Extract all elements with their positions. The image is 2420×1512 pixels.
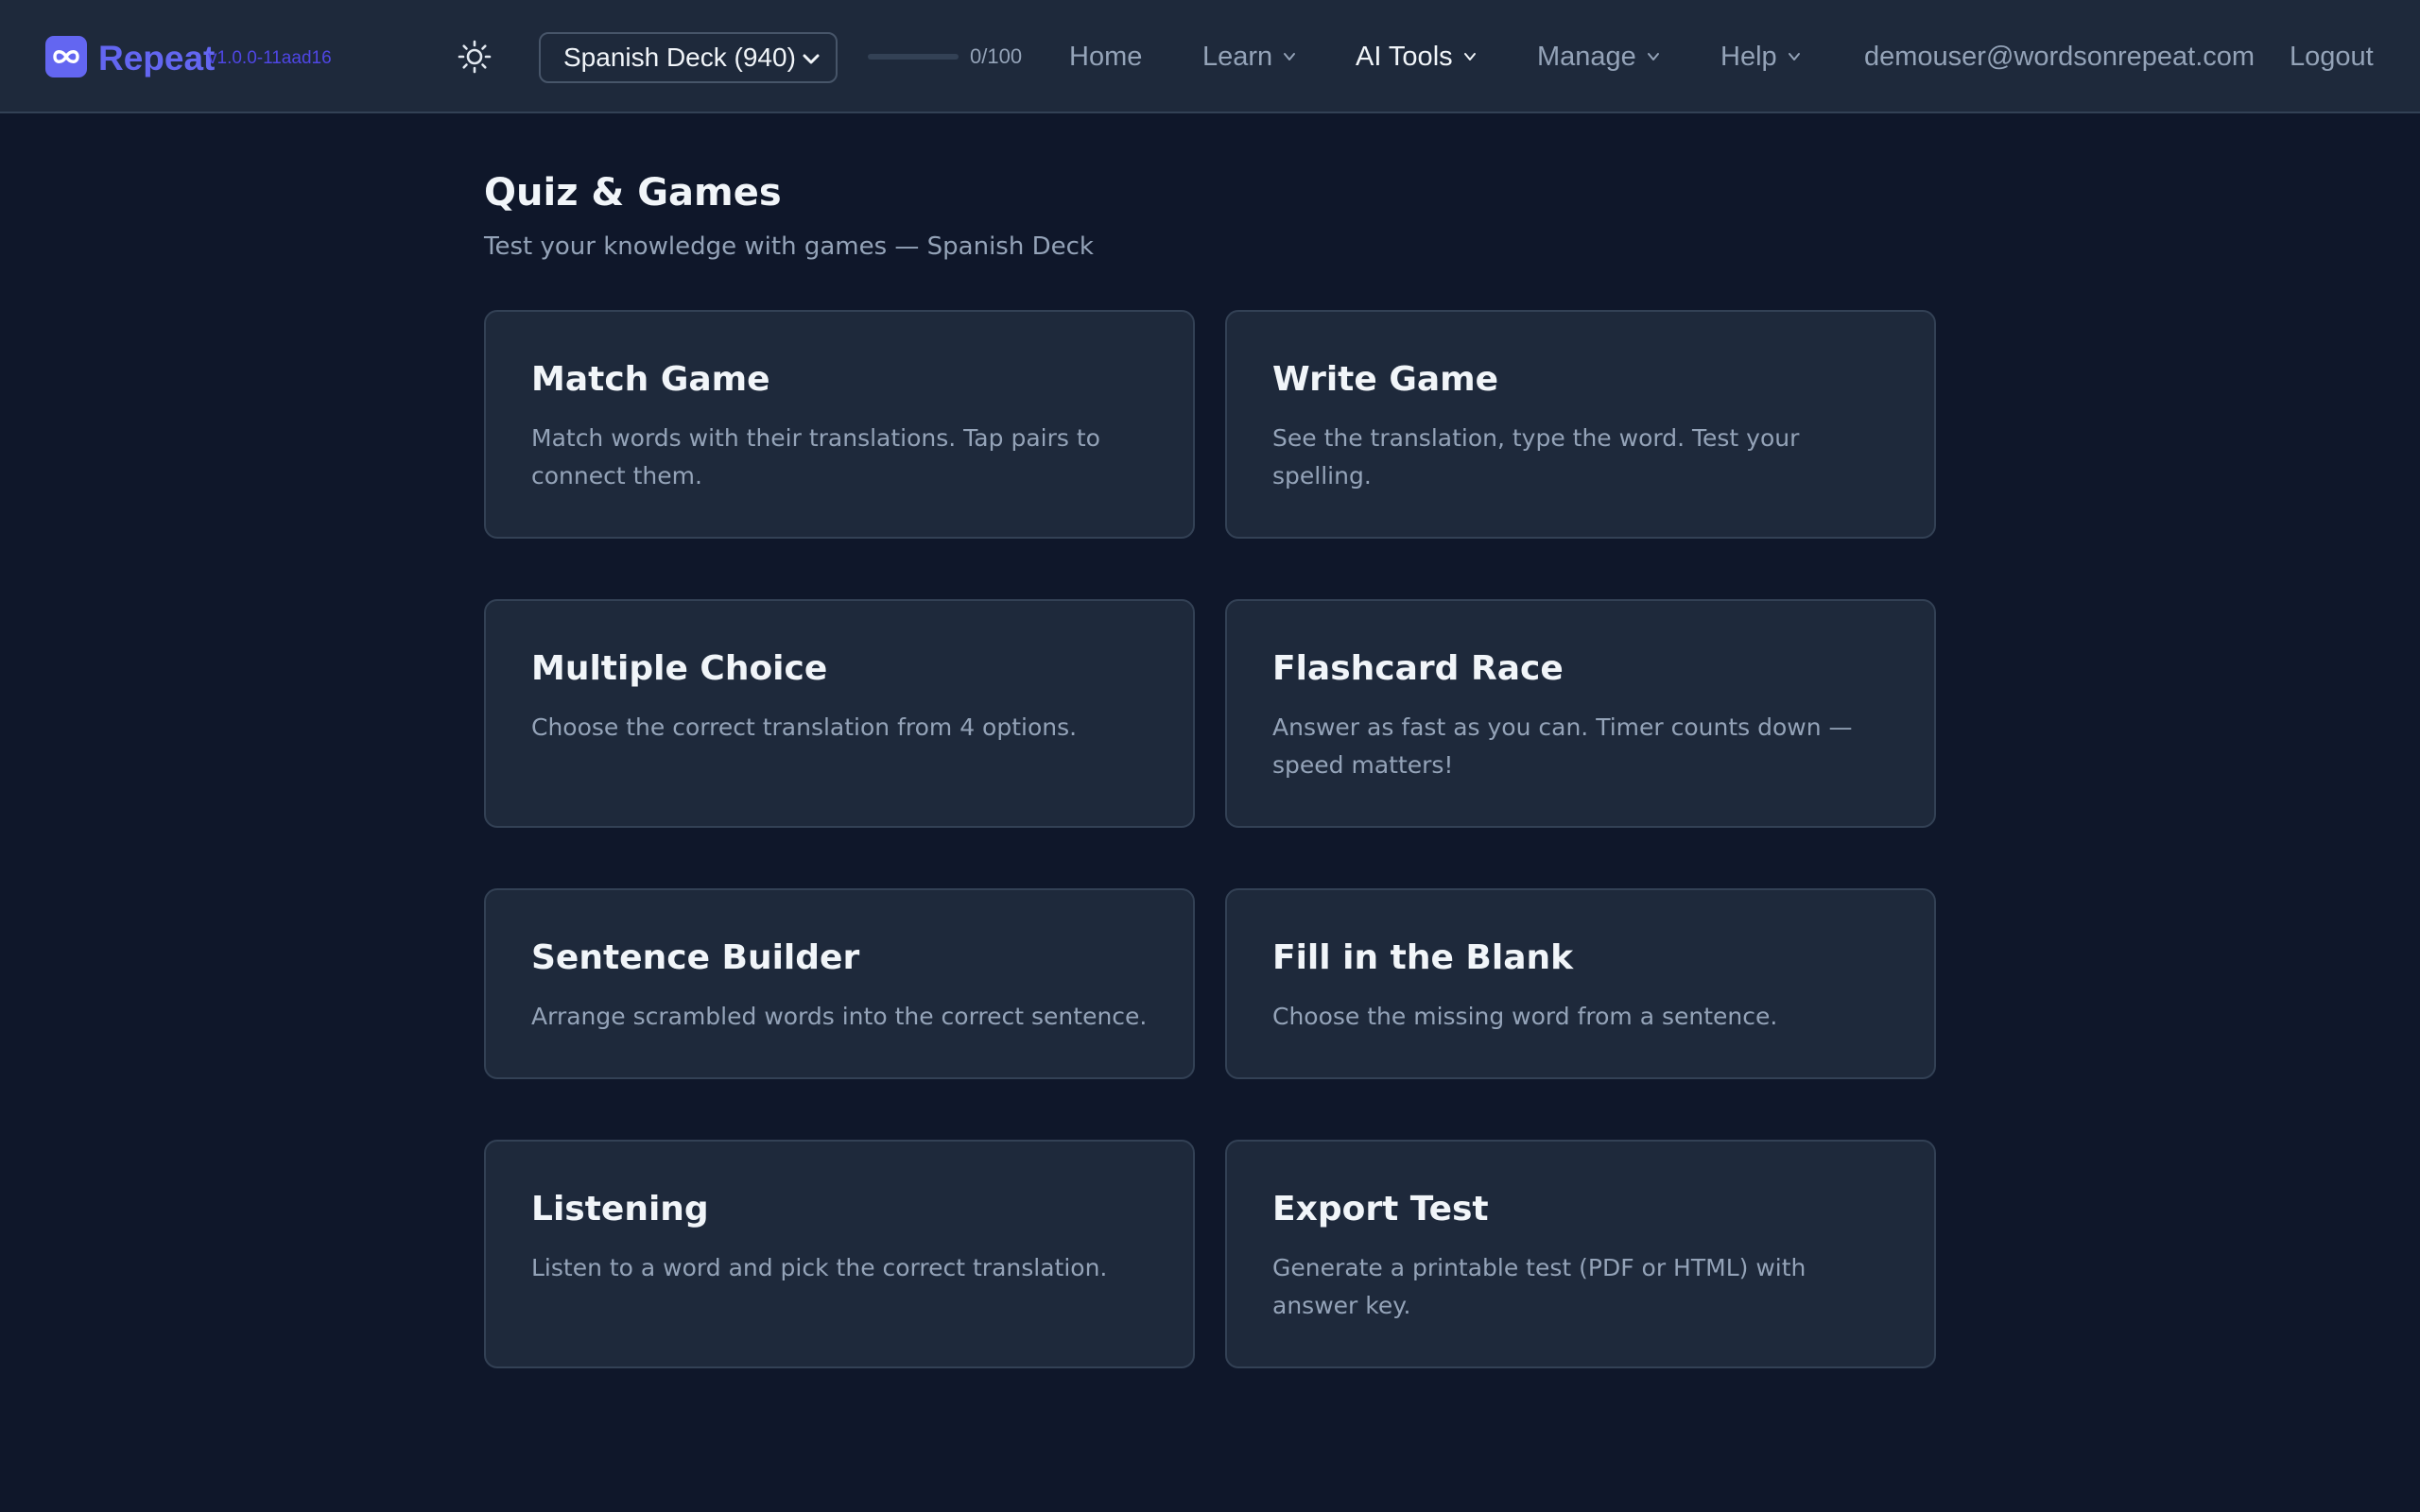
game-card-multiple-choice[interactable]: Multiple Choice Choose the correct trans… xyxy=(484,599,1195,828)
game-card-title: Listening xyxy=(531,1190,709,1228)
game-card-sentence-builder[interactable]: Sentence Builder Arrange scrambled words… xyxy=(484,888,1195,1079)
top-navbar: Repeat v1.0.0-11aad16 Spanish Deck (940)… xyxy=(0,0,2420,113)
sun-icon xyxy=(458,40,492,74)
game-card-description: Choose the correct translation from 4 op… xyxy=(531,713,1078,741)
game-card-description: Generate a printable test (PDF or HTML) … xyxy=(1272,1254,1806,1319)
game-card-match-game[interactable]: Match Game Match words with their transl… xyxy=(484,310,1195,539)
game-card-description: Arrange scrambled words into the correct… xyxy=(531,1003,1148,1030)
chevron-down-icon xyxy=(1788,53,1800,60)
game-card-description: Listen to a word and pick the correct tr… xyxy=(531,1254,1108,1281)
nav-ai-tools[interactable]: AI Tools xyxy=(1356,38,1478,76)
game-card-title: Export Test xyxy=(1272,1190,1489,1228)
page-subtitle: Test your knowledge with games — Spanish… xyxy=(484,232,1094,261)
daily-progress-label: 0/100 xyxy=(970,44,1023,68)
chevron-down-icon xyxy=(803,54,820,64)
game-card-description: Choose the missing word from a sentence. xyxy=(1272,1003,1778,1030)
nav-home[interactable]: Home xyxy=(1069,38,1142,76)
infinity-icon[interactable] xyxy=(45,36,87,77)
game-card-title: Sentence Builder xyxy=(531,938,860,977)
nav-help-label: Help xyxy=(1720,42,1777,72)
nav-home-label: Home xyxy=(1069,42,1143,72)
page-title: Quiz & Games xyxy=(484,171,782,215)
game-card-title: Multiple Choice xyxy=(531,649,828,688)
game-card-description: Match words with their translations. Tap… xyxy=(531,424,1100,490)
deck-select-value: Spanish Deck (940) xyxy=(563,43,796,72)
main-content: Quiz & Games Test your knowledge with ga… xyxy=(484,161,1936,1368)
deck-select[interactable]: Spanish Deck (940) xyxy=(539,32,838,83)
user-email: demouser@wordsonrepeat.com xyxy=(1864,42,2256,72)
game-card-export-test[interactable]: Export Test Generate a printable test (P… xyxy=(1225,1140,1936,1368)
game-card-title: Write Game xyxy=(1272,360,1499,399)
nav-ai-tools-label: AI Tools xyxy=(1356,42,1453,72)
game-card-fill-in-the-blank[interactable]: Fill in the Blank Choose the missing wor… xyxy=(1225,888,1936,1079)
daily-progress-bar xyxy=(868,54,959,60)
chevron-down-icon xyxy=(1463,53,1476,60)
nav-learn-label: Learn xyxy=(1202,42,1273,72)
nav-learn[interactable]: Learn xyxy=(1202,38,1297,76)
version-label: v1.0.0-11aad16 xyxy=(208,48,332,68)
game-card-title: Match Game xyxy=(531,360,770,399)
theme-toggle-button[interactable] xyxy=(452,34,497,79)
nav-help[interactable]: Help xyxy=(1720,38,1802,76)
game-card-description: Answer as fast as you can. Timer counts … xyxy=(1272,713,1853,779)
brand-name[interactable]: Repeat xyxy=(98,36,215,81)
games-grid: Match Game Match words with their transl… xyxy=(484,310,1936,1368)
game-card-description: See the translation, type the word. Test… xyxy=(1272,424,1800,490)
game-card-flashcard-race[interactable]: Flashcard Race Answer as fast as you can… xyxy=(1225,599,1936,828)
nav-manage-label: Manage xyxy=(1537,42,1636,72)
nav-manage[interactable]: Manage xyxy=(1537,38,1661,76)
logout-button[interactable]: Logout xyxy=(2290,38,2374,76)
game-card-listening[interactable]: Listening Listen to a word and pick the … xyxy=(484,1140,1195,1368)
chevron-down-icon xyxy=(1284,53,1296,60)
chevron-down-icon xyxy=(1647,53,1659,60)
game-card-write-game[interactable]: Write Game See the translation, type the… xyxy=(1225,310,1936,539)
game-card-title: Flashcard Race xyxy=(1272,649,1564,688)
game-card-title: Fill in the Blank xyxy=(1272,938,1574,977)
